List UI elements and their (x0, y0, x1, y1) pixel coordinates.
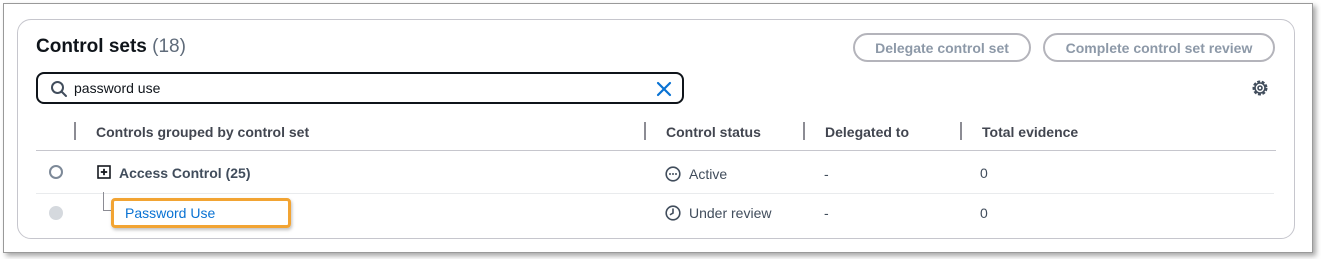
control-link-password-use[interactable]: Password Use (125, 205, 215, 221)
column-header-controls[interactable]: Controls grouped by control set (96, 124, 309, 140)
control-status: Active (689, 166, 728, 182)
search-input[interactable]: password use (36, 72, 684, 104)
delegate-control-set-button[interactable]: Delegate control set (853, 33, 1031, 62)
column-header-total-evidence[interactable]: Total evidence (982, 124, 1078, 140)
delegated-to: - (824, 166, 829, 182)
clock-icon (665, 205, 681, 221)
search-input-value[interactable]: password use (74, 80, 160, 96)
column-header-control-status[interactable]: Control status (666, 124, 761, 140)
total-evidence: 0 (980, 165, 988, 181)
row-select-radio-disabled (49, 206, 63, 220)
column-divider[interactable] (960, 122, 962, 140)
panel-title: Control sets (18) (36, 36, 186, 58)
ellipsis-circle-icon (665, 166, 681, 182)
column-divider[interactable] (644, 122, 646, 140)
row-select-radio[interactable] (49, 165, 63, 179)
panel-title-count: (18) (152, 36, 186, 57)
control-set-name: Access Control (25) (119, 165, 251, 181)
complete-control-set-review-button[interactable]: Complete control set review (1043, 33, 1275, 62)
column-divider[interactable] (803, 122, 805, 140)
control-status: Under review (689, 205, 772, 221)
close-icon[interactable] (655, 80, 673, 98)
table-header: Controls grouped by control set Control … (36, 118, 1276, 151)
delegated-to: - (824, 205, 829, 221)
column-divider[interactable] (74, 122, 76, 140)
row-divider (36, 193, 1274, 194)
search-icon (51, 81, 67, 97)
gear-icon[interactable] (1250, 78, 1270, 98)
expand-plus-icon[interactable] (97, 165, 111, 179)
total-evidence: 0 (980, 205, 988, 221)
panel-title-text: Control sets (36, 36, 147, 57)
column-header-delegated-to[interactable]: Delegated to (825, 124, 909, 140)
